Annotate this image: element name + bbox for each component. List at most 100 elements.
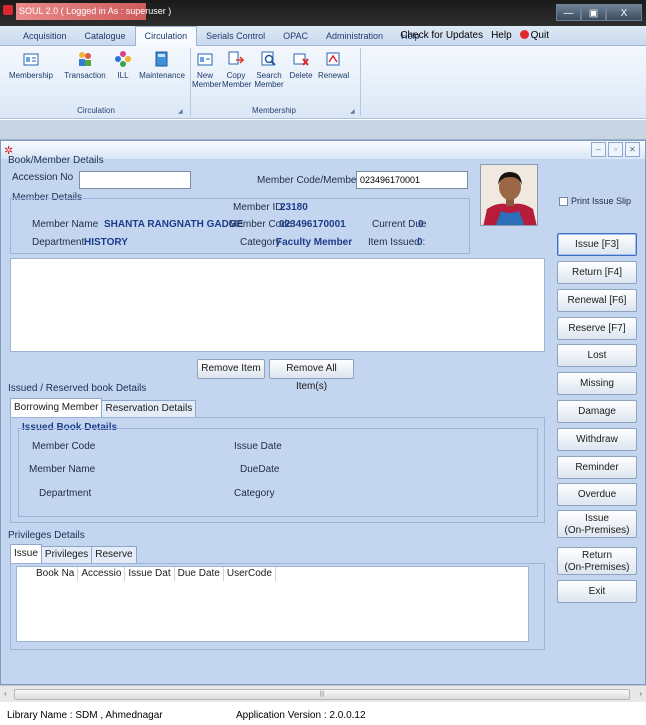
accession-label: Accession No: [12, 172, 74, 183]
issue-on-premises-button[interactable]: Issue (On-Premises): [557, 510, 637, 538]
issue-date-label: Issue Date: [234, 441, 282, 452]
menu-catalogue[interactable]: Catalogue: [76, 26, 135, 46]
renewal-label: Renewal: [318, 71, 350, 80]
return-on-premises-button[interactable]: Return (On-Premises): [557, 547, 637, 575]
circulation-group-label: Circulation: [77, 106, 115, 115]
exit-button[interactable]: Exit: [557, 580, 637, 603]
maintenance-button[interactable]: Maintenance: [137, 50, 187, 96]
accession-input[interactable]: [79, 171, 191, 189]
child-close-button[interactable]: ✕: [625, 142, 640, 157]
membership-group-launcher[interactable]: ◢: [350, 108, 355, 115]
status-bar: Library Name : SDM , Ahmednagar Applicat…: [0, 702, 646, 725]
transaction-label: Transaction: [64, 71, 106, 80]
child-restore-button[interactable]: ▫: [608, 142, 623, 157]
items-list[interactable]: [10, 258, 545, 352]
membership-button[interactable]: Membership: [6, 50, 56, 96]
new-member-button[interactable]: New Member: [192, 50, 222, 96]
search-member-icon: [261, 51, 276, 66]
issue-on-premises-line2: (On-Premises): [564, 524, 630, 536]
app-logo-icon: [3, 5, 13, 15]
member-avatar: [481, 165, 537, 225]
tab-issue[interactable]: Issue: [10, 544, 42, 563]
tab-reserve[interactable]: Reserve: [91, 546, 137, 563]
member-id-value: 23180: [280, 202, 308, 213]
category-label: Category: [240, 237, 281, 248]
window-title-bar: SOUL 2.0 ( Logged in As : superuser ) — …: [0, 0, 646, 26]
menu-serials-control[interactable]: Serials Control: [197, 26, 274, 46]
book-icon: [155, 51, 168, 67]
close-button[interactable]: X: [606, 4, 642, 21]
damage-button[interactable]: Damage: [557, 400, 637, 423]
print-issue-slip-label: Print Issue Slip: [571, 196, 632, 206]
new-member-label: New Member: [192, 71, 222, 89]
privileges-group-title: Privileges Details: [8, 530, 85, 541]
child-minimize-button[interactable]: –: [591, 142, 606, 157]
privileges-grid-header: Book Na Accessio Issue Dat Due Date User…: [33, 567, 276, 581]
transaction-button[interactable]: Transaction: [62, 50, 108, 96]
search-member-label: Search Member: [254, 71, 284, 89]
ill-label: ILL: [117, 71, 129, 80]
horizontal-scrollbar[interactable]: ‹ ||| ›: [0, 685, 646, 702]
missing-button[interactable]: Missing: [557, 372, 637, 395]
menu-opac[interactable]: OPAC: [274, 26, 317, 46]
copy-member-button[interactable]: Copy Member: [222, 50, 252, 96]
delete-label: Delete: [289, 71, 313, 80]
issued-category-label: Category: [234, 488, 275, 499]
member-code-value: 023496170001: [279, 219, 346, 230]
print-issue-slip-checkbox[interactable]: [559, 197, 568, 206]
check-updates-link[interactable]: Check for Updates: [396, 26, 487, 46]
copy-member-icon: [228, 51, 245, 65]
column-due-date[interactable]: Due Date: [175, 567, 224, 581]
withdraw-button[interactable]: Withdraw: [557, 428, 637, 451]
quit-link[interactable]: Quit: [516, 26, 553, 46]
renewal-button[interactable]: Renewal: [318, 50, 350, 96]
minimize-button[interactable]: —: [556, 4, 581, 21]
remove-item-button[interactable]: Remove Item: [197, 359, 265, 379]
circulation-group-launcher[interactable]: ◢: [178, 108, 183, 115]
remove-all-items-button[interactable]: Remove All Item(s): [269, 359, 354, 392]
renewal-side-button[interactable]: Renewal [F6]: [557, 289, 637, 312]
app-version-status: Application Version : 2.0.0.12: [236, 710, 366, 721]
column-book-name[interactable]: Book Na: [33, 567, 79, 581]
scroll-left-icon[interactable]: ‹: [4, 689, 7, 698]
column-user-code[interactable]: UserCode: [224, 567, 276, 581]
tab-borrowing-member[interactable]: Borrowing Member: [10, 398, 103, 417]
delete-icon: [293, 53, 309, 66]
lost-button[interactable]: Lost: [557, 344, 637, 367]
copy-member-label: Copy Member: [222, 71, 252, 89]
help-link[interactable]: Help: [487, 26, 516, 46]
quit-label: Quit: [530, 30, 549, 41]
delete-member-button[interactable]: Delete: [288, 50, 314, 96]
search-member-button[interactable]: Search Member: [254, 50, 284, 96]
column-accession[interactable]: Accessio: [78, 567, 126, 581]
tab-reservation-details[interactable]: Reservation Details: [101, 400, 197, 417]
tab-privileges[interactable]: Privileges: [40, 546, 93, 563]
ill-button[interactable]: ILL: [110, 50, 136, 96]
ribbon-separator: [190, 48, 191, 116]
issued-department-label: Department: [39, 488, 92, 499]
window-title: SOUL 2.0 ( Logged in As : superuser ): [16, 3, 171, 20]
child-window-controls: – ▫ ✕: [589, 142, 640, 157]
menu-circulation[interactable]: Circulation: [134, 26, 198, 47]
return-on-premises-line1: Return: [581, 549, 612, 561]
menu-acquisition[interactable]: Acquisition: [14, 26, 76, 46]
issued-member-code-label: Member Code: [32, 441, 96, 452]
issue-button[interactable]: Issue [F3]: [557, 233, 637, 256]
menu-administration[interactable]: Administration: [317, 26, 392, 46]
issued-member-name-label: Member Name: [29, 464, 96, 475]
return-button[interactable]: Return [F4]: [557, 261, 637, 284]
column-issue-date[interactable]: Issue Dat: [125, 567, 175, 581]
item-issued-value: 0: [417, 237, 423, 248]
reserve-button[interactable]: Reserve [F7]: [557, 317, 637, 340]
reminder-button[interactable]: Reminder: [557, 456, 637, 479]
scrollbar-thumb[interactable]: |||: [14, 689, 630, 700]
maintenance-label: Maintenance: [139, 71, 185, 80]
mdi-strip: [0, 120, 646, 140]
scroll-right-icon[interactable]: ›: [639, 689, 642, 698]
member-code-input[interactable]: [356, 171, 468, 189]
member-name-value: SHANTA RANGNATH GADGE: [104, 219, 244, 230]
maximize-button[interactable]: ▣: [581, 4, 606, 21]
issue-on-premises-line1: Issue: [585, 512, 609, 524]
overdue-button[interactable]: Overdue: [557, 483, 637, 506]
due-date-label: DueDate: [240, 464, 280, 475]
